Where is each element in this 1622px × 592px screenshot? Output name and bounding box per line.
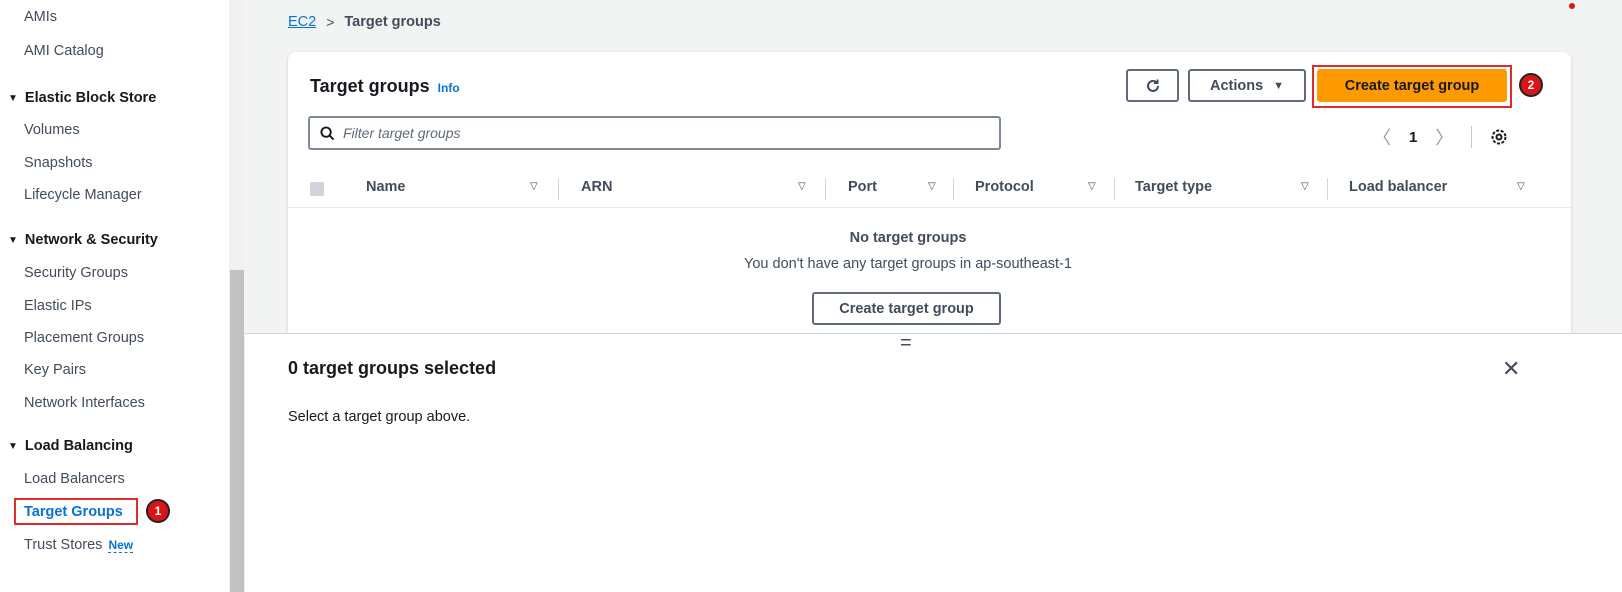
red-dot-marker [1569, 3, 1575, 9]
sidebar-section-elastic-block-store[interactable]: ▼ Elastic Block Store [8, 90, 156, 106]
breadcrumb-current: Target groups [344, 14, 441, 30]
sort-icon[interactable]: ▽ [1517, 181, 1525, 192]
sidebar-item-network-interfaces[interactable]: Network Interfaces [24, 395, 145, 411]
step-badge: 2 [1519, 73, 1543, 97]
sidebar-item-volumes[interactable]: Volumes [24, 122, 80, 138]
select-all-checkbox[interactable] [310, 182, 324, 196]
panel-header: Target groups Info [310, 76, 460, 97]
column-divider[interactable] [558, 178, 559, 200]
sidebar-item-target-groups[interactable]: Target Groups [24, 504, 123, 520]
info-link[interactable]: Info [438, 81, 460, 95]
filter-input[interactable] [343, 125, 943, 141]
sidebar-item-load-balancers[interactable]: Load Balancers [24, 471, 125, 487]
split-panel: = 0 target groups selected Select a targ… [245, 333, 1622, 592]
search-icon [320, 125, 335, 140]
actions-button[interactable]: Actions ▼ [1188, 69, 1306, 102]
page-title: Target groups [310, 76, 430, 96]
close-icon[interactable]: ✕ [1502, 356, 1520, 382]
caret-down-icon: ▼ [8, 440, 18, 452]
sidebar-section-network-security[interactable]: ▼ Network & Security [8, 232, 158, 248]
sidebar-section-label: Elastic Block Store [24, 90, 157, 106]
column-divider[interactable] [1114, 178, 1115, 200]
refresh-icon [1146, 79, 1159, 92]
caret-down-icon: ▼ [8, 92, 18, 104]
caret-down-icon: ▼ [1273, 79, 1285, 92]
sort-icon[interactable]: ▽ [798, 181, 806, 192]
sidebar: AMIs AMI Catalog ▼ Elastic Block Store V… [0, 0, 229, 592]
create-target-group-button[interactable]: Create target group [1317, 69, 1507, 102]
chevron-right-icon[interactable]: 〉 [1435, 124, 1453, 150]
table-header: Name ▽ ARN ▽ Port ▽ Protocol ▽ Target ty… [288, 170, 1571, 208]
main-content: EC2 > Target groups Target groups Info A… [245, 0, 1622, 342]
column-divider[interactable] [953, 178, 954, 200]
empty-state-title: No target groups [849, 230, 967, 246]
refresh-button[interactable] [1126, 69, 1179, 102]
sort-icon[interactable]: ▽ [530, 181, 538, 192]
sidebar-item-security-groups[interactable]: Security Groups [24, 265, 128, 281]
column-header-arn[interactable]: ARN [581, 179, 612, 195]
step-badge: 1 [146, 499, 170, 523]
column-header-load-balancer[interactable]: Load balancer [1349, 179, 1447, 195]
sidebar-item-elastic-ips[interactable]: Elastic IPs [24, 298, 92, 314]
column-divider[interactable] [825, 178, 826, 200]
page-number[interactable]: 1 [1409, 129, 1417, 146]
column-header-name[interactable]: Name [366, 179, 406, 195]
drag-handle-icon[interactable]: = [900, 333, 912, 353]
new-badge: New [108, 538, 134, 553]
sidebar-item-trust-stores[interactable]: Trust Stores New [24, 537, 134, 553]
split-panel-message: Select a target group above. [288, 409, 471, 425]
sidebar-item-amis[interactable]: AMIs [24, 9, 57, 25]
empty-state-message: You don't have any target groups in ap-s… [744, 256, 1072, 272]
filter-field[interactable] [308, 116, 1001, 150]
sidebar-item-snapshots[interactable]: Snapshots [24, 155, 93, 171]
sidebar-item-placement-groups[interactable]: Placement Groups [24, 330, 144, 346]
empty-create-target-group-button[interactable]: Create target group [812, 292, 1001, 325]
sidebar-item-ami-catalog[interactable]: AMI Catalog [24, 43, 104, 59]
gear-icon[interactable] [1490, 128, 1508, 146]
breadcrumb-ec2-link[interactable]: EC2 [288, 14, 316, 30]
caret-down-icon: ▼ [8, 234, 18, 246]
sidebar-item-label: Trust Stores [24, 537, 103, 553]
actions-label: Actions [1209, 77, 1264, 94]
pagination: 〈 1 〉 [1373, 124, 1508, 150]
column-header-protocol[interactable]: Protocol [975, 179, 1034, 195]
sidebar-section-label: Network & Security [24, 232, 158, 248]
breadcrumb: EC2 > Target groups [288, 14, 441, 30]
pager-divider [1471, 126, 1473, 148]
column-header-target-type[interactable]: Target type [1135, 179, 1212, 195]
breadcrumb-separator: > [326, 14, 335, 30]
column-header-port[interactable]: Port [848, 179, 877, 195]
sort-icon[interactable]: ▽ [1088, 181, 1096, 192]
split-panel-title: 0 target groups selected [288, 358, 497, 378]
sort-icon[interactable]: ▽ [1301, 181, 1309, 192]
sidebar-item-lifecycle-manager[interactable]: Lifecycle Manager [24, 187, 142, 203]
chevron-left-icon[interactable]: 〈 [1373, 124, 1391, 150]
sort-icon[interactable]: ▽ [928, 181, 936, 192]
sidebar-section-label: Load Balancing [24, 438, 133, 454]
sidebar-section-load-balancing[interactable]: ▼ Load Balancing [8, 438, 133, 454]
target-groups-panel: Target groups Info Actions ▼ Create targ… [288, 52, 1571, 342]
scrollbar-thumb[interactable] [230, 270, 244, 592]
column-divider[interactable] [1327, 178, 1328, 200]
sidebar-item-key-pairs[interactable]: Key Pairs [24, 362, 86, 378]
